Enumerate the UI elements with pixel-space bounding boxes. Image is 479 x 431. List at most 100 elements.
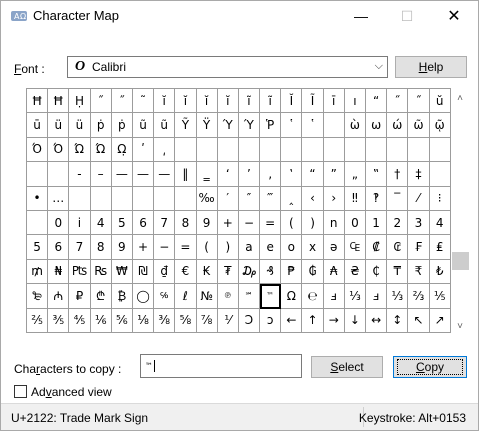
character-cell[interactable]: ℓ — [175, 284, 197, 309]
character-cell[interactable]: 4 — [90, 210, 112, 236]
character-cell[interactable]: ′ — [217, 186, 239, 211]
character-cell[interactable]: ⅓ — [344, 284, 366, 309]
character-cell[interactable]: 7 — [154, 210, 176, 236]
character-cell[interactable]: + — [217, 210, 239, 236]
character-cell[interactable] — [302, 137, 324, 163]
character-cell[interactable]: ⅚ — [111, 308, 133, 333]
character-cell[interactable]: ⁝ — [429, 186, 451, 211]
character-cell[interactable]: ⅎ — [366, 284, 388, 309]
character-cell[interactable]: ™ — [260, 284, 282, 309]
character-cell[interactable]: ĩ — [260, 89, 282, 114]
character-cell[interactable]: — — [111, 162, 133, 187]
character-cell[interactable]: ₿ — [111, 284, 133, 309]
character-cell[interactable]: ˝ — [408, 89, 430, 114]
character-cell[interactable]: ˝ — [90, 89, 112, 114]
character-cell[interactable]: + — [132, 235, 155, 260]
character-cell[interactable]: ( — [196, 235, 218, 260]
character-cell[interactable]: 2 — [387, 210, 409, 236]
character-cell[interactable]: ₪ — [132, 259, 155, 285]
character-cell[interactable]: ₠ — [344, 235, 366, 260]
character-cell[interactable]: ‡ — [408, 162, 430, 187]
character-cell[interactable]: ↄ — [260, 308, 282, 333]
character-cell[interactable] — [111, 186, 133, 211]
character-cell[interactable]: ῷ — [429, 113, 451, 138]
character-cell[interactable] — [90, 186, 112, 211]
copy-button[interactable]: Copy — [393, 356, 467, 378]
character-cell[interactable]: ʹ — [132, 137, 155, 163]
character-cell[interactable]: ‸ — [281, 186, 303, 211]
character-cell[interactable]: Ÿ — [196, 113, 218, 138]
character-cell[interactable]: ĭ — [217, 89, 239, 114]
character-cell[interactable]: ṗ — [90, 113, 112, 138]
character-cell[interactable]: ← — [281, 308, 303, 333]
character-cell[interactable]: ū — [27, 113, 49, 138]
character-cell[interactable]: ) — [302, 210, 324, 236]
character-cell[interactable]: Ύ — [238, 113, 261, 138]
character-cell[interactable] — [408, 137, 430, 163]
character-cell[interactable]: ◯ — [132, 284, 155, 309]
character-cell[interactable]: a — [238, 235, 261, 260]
character-cell[interactable]: ˝ — [387, 89, 409, 114]
character-cell[interactable]: ₭ — [196, 259, 218, 285]
character-cell[interactable]: ī — [323, 89, 345, 114]
character-cell[interactable]: = — [260, 210, 282, 236]
help-button[interactable]: Help — [395, 56, 467, 78]
character-cell[interactable]: ‟ — [366, 162, 388, 187]
character-cell[interactable]: ₢ — [387, 235, 409, 260]
character-cell[interactable]: ı — [344, 89, 366, 114]
character-cell[interactable]: ‚ — [260, 162, 282, 187]
character-cell[interactable]: − — [154, 235, 176, 260]
character-cell[interactable]: ℠ — [238, 284, 261, 309]
character-cell[interactable]: ə — [323, 235, 345, 260]
character-cell[interactable]: ⅞ — [196, 308, 218, 333]
character-cell[interactable]: 7 — [69, 235, 91, 260]
minimize-button[interactable]: — — [338, 1, 384, 31]
character-cell[interactable] — [281, 137, 303, 163]
character-cell[interactable]: 5 — [27, 235, 49, 260]
character-cell[interactable]: x — [302, 235, 324, 260]
character-cell[interactable]: ⅗ — [48, 308, 70, 333]
character-cell[interactable]: ( — [281, 210, 303, 236]
character-cell[interactable]: ’ — [238, 162, 261, 187]
character-cell[interactable]: ü — [69, 113, 91, 138]
character-cell[interactable]: ₲ — [302, 259, 324, 285]
character-cell[interactable]: 0 — [344, 210, 366, 236]
character-cell[interactable]: Ħ — [27, 89, 49, 114]
character-cell[interactable]: Ύ — [217, 113, 239, 138]
character-cell[interactable]: ‹ — [302, 186, 324, 211]
character-cell[interactable]: ₣ — [408, 235, 430, 260]
character-cell[interactable]: ℗ — [217, 284, 239, 309]
maximize-button[interactable]: ☐ — [384, 1, 430, 31]
character-cell[interactable]: ₦ — [48, 259, 70, 285]
character-cell[interactable] — [323, 113, 345, 138]
character-cell[interactable]: ₤ — [429, 235, 451, 260]
character-cell[interactable]: ₻ — [27, 284, 49, 309]
character-cell[interactable]: ⅜ — [154, 308, 176, 333]
character-cell[interactable]: ₹ — [408, 259, 430, 285]
character-cell[interactable]: ĭ — [175, 89, 197, 114]
character-cell[interactable]: 9 — [111, 235, 133, 260]
character-cell[interactable]: 5 — [111, 210, 133, 236]
character-cell[interactable]: 8 — [90, 235, 112, 260]
character-cell[interactable] — [344, 137, 366, 163]
character-cell[interactable]: ῾ — [302, 113, 324, 138]
character-cell[interactable]: ₵ — [366, 259, 388, 285]
character-cell[interactable]: ὼ — [344, 113, 366, 138]
character-cell[interactable]: ũ — [154, 113, 176, 138]
character-cell[interactable]: → — [323, 308, 345, 333]
close-button[interactable]: ✕ — [431, 1, 477, 31]
character-cell[interactable]: ‗ — [196, 162, 218, 187]
grid-scrollbar[interactable]: ˄ ˅ — [451, 88, 469, 336]
character-cell[interactable]: Ĩ — [302, 89, 324, 114]
character-cell[interactable] — [27, 162, 49, 187]
font-dropdown[interactable]: O Calibri ⌵ — [67, 56, 388, 78]
character-cell[interactable] — [196, 137, 218, 163]
character-cell[interactable]: ↗ — [429, 308, 451, 333]
character-cell[interactable]: ŭ — [429, 89, 451, 114]
character-cell[interactable]: ℅ — [154, 284, 176, 309]
character-cell[interactable]: 8 — [175, 210, 197, 236]
character-cell[interactable] — [429, 162, 451, 187]
character-cell[interactable]: • — [27, 186, 49, 211]
character-cell[interactable]: 4 — [429, 210, 451, 236]
character-cell[interactable]: ⅓ — [387, 284, 409, 309]
